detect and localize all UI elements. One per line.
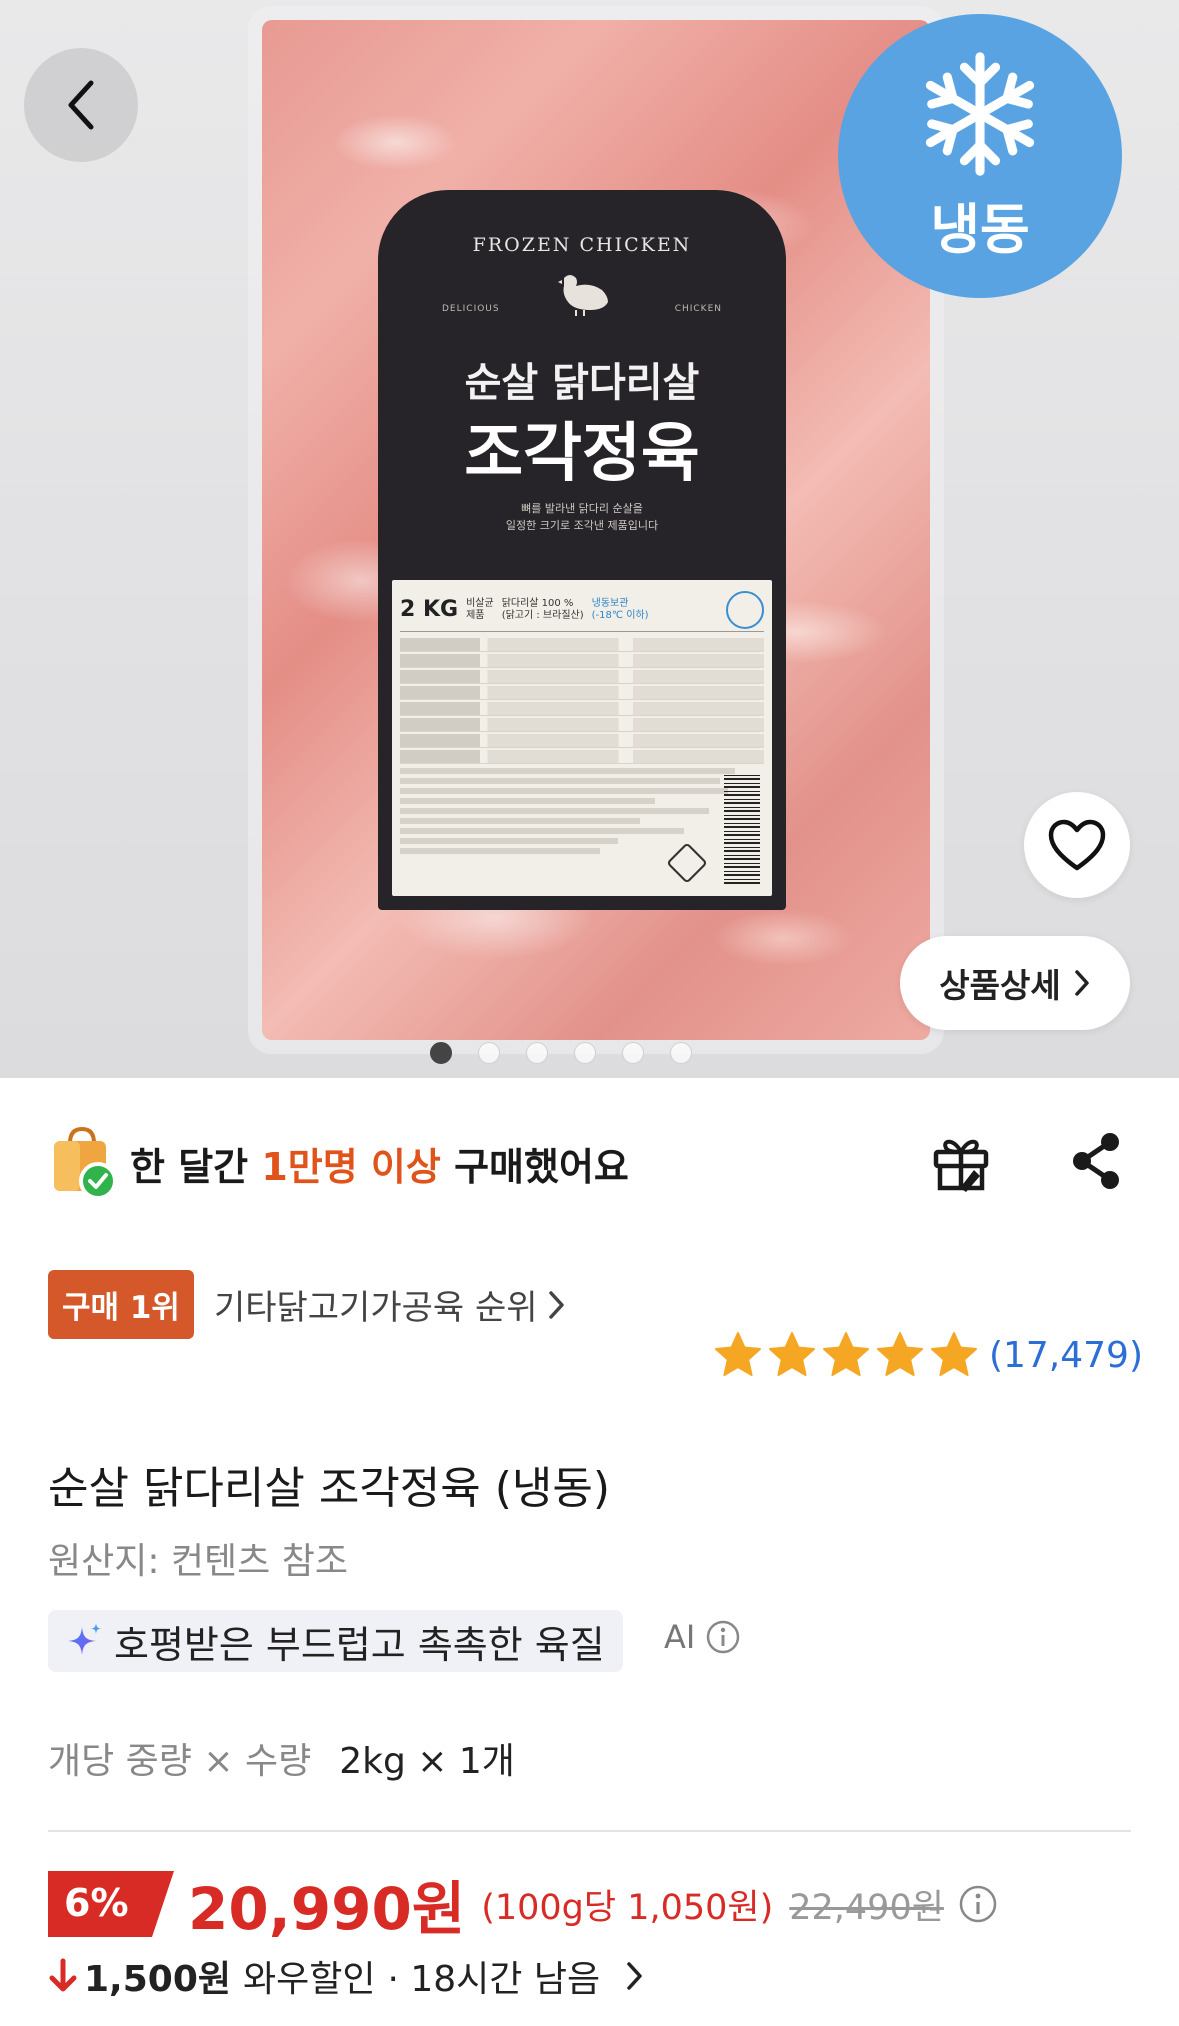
- purchase-prefix: 한 달간: [130, 1144, 262, 1189]
- star-icon: [822, 1332, 869, 1376]
- ai-review-summary[interactable]: 호평받은 부드럽고 촉촉한 육질: [48, 1610, 623, 1672]
- gallery-dot[interactable]: [574, 1042, 596, 1064]
- label-content-1: 닭다리살 100 %: [501, 597, 574, 609]
- gallery-dot[interactable]: [670, 1042, 692, 1064]
- barcode-icon: [724, 774, 760, 884]
- label-content: 닭다리살 100 % (닭고기 : 브라질산): [502, 598, 584, 622]
- label-info-sheet: 2 KG 비살균 제품 닭다리살 100 % (닭고기 : 브라질산) 냉동보관…: [392, 580, 772, 896]
- label-sterile: 비살균 제품: [466, 598, 494, 622]
- info-icon[interactable]: [958, 1884, 998, 1924]
- wow-discount-amount: 1,500원: [84, 1959, 231, 2000]
- discount-badge: 6%: [48, 1871, 174, 1937]
- sparkle-icon: [68, 1623, 101, 1655]
- label-storage-2: (-18℃ 이하): [591, 609, 649, 621]
- purchase-highlight: 1만명 이상: [261, 1144, 441, 1189]
- label-title-2: 조각정육: [464, 417, 700, 491]
- back-arrow-icon: [68, 80, 94, 130]
- divider: [48, 1830, 1131, 1832]
- star-icon: [714, 1332, 761, 1376]
- gallery-dot[interactable]: [622, 1042, 644, 1064]
- gallery-pagination: [430, 1042, 692, 1064]
- wow-discount[interactable]: 1,500원 와우할인 · 18시간 남음: [48, 1950, 646, 2002]
- discount-rate: 6%: [64, 1881, 129, 1925]
- share-icon[interactable]: [1066, 1130, 1126, 1192]
- label-title-1: 순살 닭다리살: [464, 360, 700, 406]
- weight-quantity: 개당 중량 × 수량 2kg × 1개: [48, 1732, 515, 1784]
- purchase-suffix: 구매했어요: [440, 1144, 629, 1189]
- snowflake-icon: [925, 51, 1035, 176]
- label-weight: 2 KG: [400, 597, 459, 622]
- label-sterile-2: 제품: [466, 609, 485, 621]
- rating-summary[interactable]: (17,479): [713, 1330, 1143, 1380]
- info-icon: [707, 1620, 740, 1654]
- gallery-dot[interactable]: [478, 1042, 500, 1064]
- sale-price: 20,990원: [188, 1875, 466, 1943]
- star-icon: [930, 1332, 977, 1376]
- haccp-seal-icon: [726, 590, 764, 629]
- star-icon: [876, 1332, 923, 1376]
- label-sterile-1: 비살균: [466, 597, 494, 609]
- purchase-count-text: 한 달간 1만명 이상 구매했어요: [130, 1136, 629, 1191]
- label-desc-line-1: 뼈를 발라낸 닭다리 순살을: [521, 502, 643, 515]
- label-storage-1: 냉동보관: [591, 597, 629, 609]
- product-origin: 원산지: 컨텐츠 참조: [48, 1541, 348, 1582]
- arrow-down-icon: [49, 1958, 77, 1992]
- weight-quantity-value: 2kg × 1개: [339, 1741, 515, 1782]
- chevron-right-icon: [548, 1290, 564, 1319]
- ai-summary-text: 호평받은 부드럽고 촉촉한 육질: [114, 1622, 605, 1667]
- weight-quantity-label: 개당 중량 × 수량: [48, 1741, 312, 1782]
- label-content-2: (닭고기 : 브라질산): [501, 609, 584, 621]
- back-button[interactable]: [24, 48, 138, 162]
- product-title: 순살 닭다리살 조각정육 (냉동): [48, 1463, 611, 1514]
- wow-time-remaining: · 18시간 남음: [387, 1959, 601, 2000]
- heart-icon: [1048, 819, 1106, 871]
- star-icon: [768, 1332, 815, 1376]
- rank-category-link[interactable]: 기타닭고기가공육 순위: [214, 1280, 538, 1329]
- frozen-badge: 냉동: [838, 14, 1122, 298]
- label-sub-left: DELICIOUS: [442, 304, 500, 314]
- star-rating: [713, 1330, 983, 1380]
- package-label: FROZEN CHICKEN DELICIOUS CHICKEN 순살 닭다리살…: [378, 190, 786, 910]
- review-count-link[interactable]: (17,479): [989, 1335, 1143, 1376]
- gift-icon[interactable]: [930, 1130, 992, 1196]
- rank-badge: 구매 1위: [48, 1270, 194, 1339]
- label-spec-table: [400, 638, 764, 764]
- label-brand-text: FROZEN CHICKEN: [472, 234, 692, 256]
- gallery-dot[interactable]: [430, 1042, 452, 1064]
- label-description: 뼈를 발라낸 닭다리 순살을 일정한 크기로 조각낸 제품입니다: [378, 500, 786, 534]
- ai-tag-label: AI: [664, 1618, 696, 1656]
- chevron-right-icon: [627, 1962, 642, 1990]
- category-rank[interactable]: 구매 1위 기타닭고기가공육 순위: [48, 1270, 568, 1339]
- label-sub-text: DELICIOUS CHICKEN: [378, 304, 786, 314]
- label-fine-print: [400, 768, 764, 854]
- ai-tag[interactable]: AI: [664, 1618, 741, 1656]
- shopping-bag-check-icon: [54, 1126, 117, 1200]
- frozen-badge-label: 냉동: [930, 197, 1030, 261]
- wishlist-button[interactable]: [1024, 792, 1130, 898]
- product-detail-button[interactable]: 상품상세: [900, 936, 1130, 1030]
- label-desc-line-2: 일정한 크기로 조각낸 제품입니다: [505, 519, 659, 532]
- label-storage: 냉동보관 (-18℃ 이하): [592, 598, 649, 622]
- original-price: 22,490원: [789, 1887, 944, 1928]
- label-sub-right: CHICKEN: [674, 304, 722, 314]
- wow-discount-label: 와우할인: [243, 1959, 376, 2000]
- product-image-gallery[interactable]: FROZEN CHICKEN DELICIOUS CHICKEN 순살 닭다리살…: [0, 0, 1179, 1078]
- product-detail-label: 상품상세: [939, 966, 1061, 1005]
- chevron-right-icon: [1074, 970, 1089, 996]
- price-block: 6% 20,990원 (100g당 1,050원) 22,490원: [48, 1862, 998, 1946]
- unit-price: (100g당 1,050원): [481, 1887, 774, 1928]
- gallery-dot[interactable]: [526, 1042, 548, 1064]
